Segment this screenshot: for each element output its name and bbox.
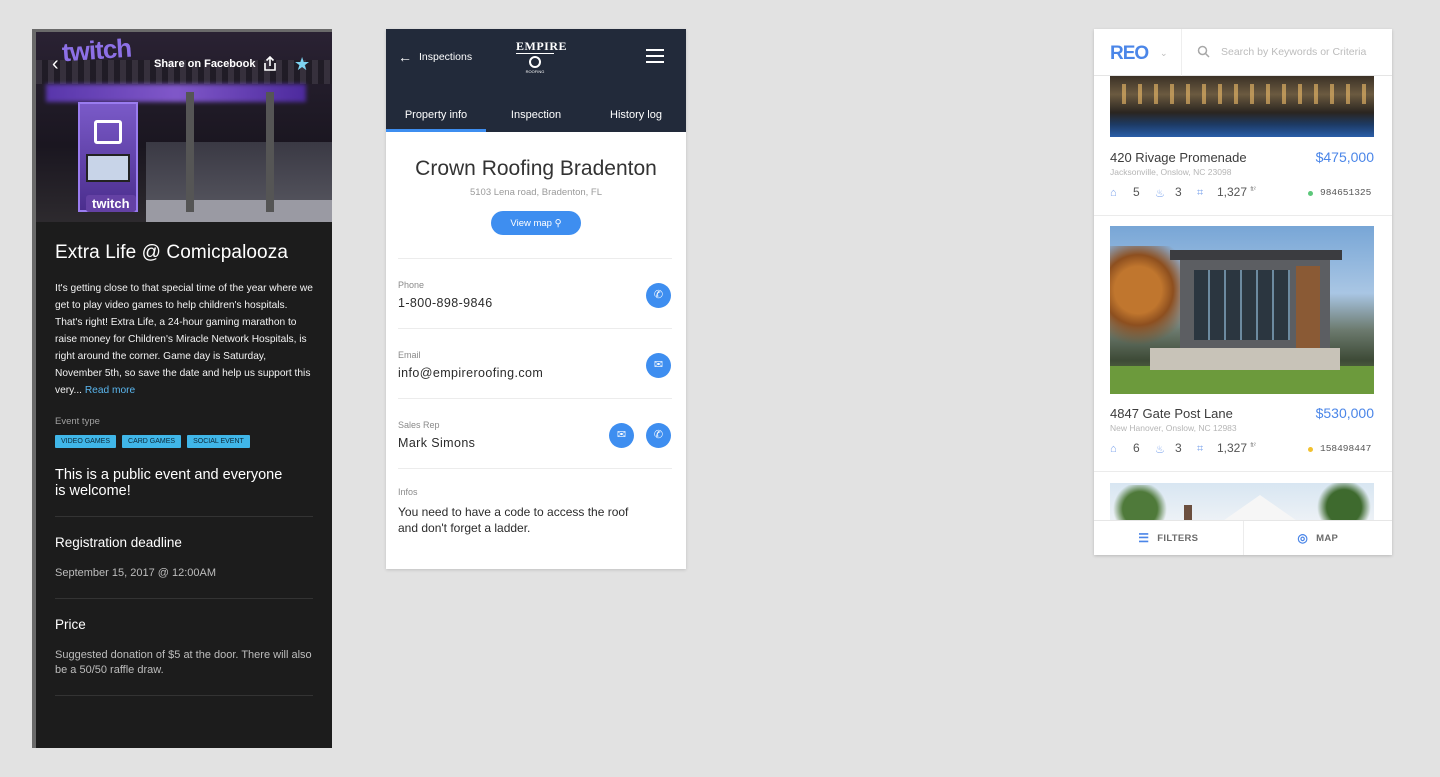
back-icon[interactable]: ‹ — [52, 54, 59, 74]
public-event-note: This is a public event and everyone is w… — [55, 467, 283, 499]
sliders-icon: ☰ — [1138, 531, 1150, 545]
price-value: Suggested donation of $5 at the door. Th… — [55, 649, 312, 676]
area-icon: ⌗ — [1197, 187, 1204, 199]
tab-history-log[interactable]: History log — [586, 98, 686, 132]
listing-price: $530,000 — [1315, 405, 1374, 421]
sqft-value: 1,327 ft² — [1217, 185, 1256, 199]
sales-rep-row: Sales Rep Mark Simons ✉ ✆ — [398, 398, 672, 468]
baths-count: 3 — [1175, 441, 1182, 455]
listing-title: 4847 Gate Post Lane — [1110, 406, 1233, 421]
email-value: info@empireroofing.com — [398, 366, 544, 380]
divider — [55, 695, 313, 696]
area-icon: ⌗ — [1197, 443, 1204, 455]
listing-stats: ⌂ 6 ♨ 3 ⌗ 1,327 ft² 158498447 — [1110, 441, 1376, 457]
listing-location: New Hanover, Onslow, NC 12983 — [1110, 423, 1237, 433]
company-address: 5103 Lena road, Bradenton, FL — [469, 187, 603, 198]
event-top-bar: ‹ Share on Facebook ★ — [36, 52, 332, 76]
event-title: Extra Life @ Comicpalooza — [55, 242, 288, 263]
reo-bottom-bar: ☰ FILTERS ◎ MAP — [1094, 520, 1392, 555]
inspections-back-link[interactable]: Inspections — [419, 51, 472, 63]
empire-roofing-logo: EMPIRE ROOFING — [516, 39, 567, 74]
divider — [55, 598, 313, 599]
sales-rep-label: Sales Rep — [398, 420, 440, 430]
company-name: Crown Roofing Bradenton — [415, 157, 657, 180]
phone-icon: ✆ — [653, 289, 664, 301]
tag-card-games[interactable]: CARD GAMES — [122, 435, 182, 448]
favorite-star-icon[interactable]: ★ — [294, 54, 310, 75]
registration-deadline-value: September 15, 2017 @ 12:00AM — [55, 567, 216, 579]
call-sales-rep-button[interactable]: ✆ — [646, 423, 671, 448]
chevron-down-icon[interactable]: ⌄ — [1160, 48, 1168, 59]
beds-count: 5 — [1133, 185, 1140, 199]
status-dot — [1308, 191, 1313, 196]
filters-button[interactable]: ☰ FILTERS — [1094, 521, 1243, 555]
listing-photo[interactable] — [1110, 76, 1374, 137]
tab-property-info[interactable]: Property info — [386, 98, 486, 132]
event-type-label: Event type — [55, 416, 100, 427]
price-title: Price — [55, 617, 86, 632]
bath-icon: ♨ — [1155, 188, 1165, 200]
bath-icon: ♨ — [1155, 444, 1165, 456]
infos-value: You need to have a code to access the ro… — [398, 505, 629, 535]
view-map-button[interactable]: View map ⚲ — [491, 211, 581, 235]
event-description: It's getting close to that special time … — [55, 283, 313, 396]
event-tags: VIDEO GAMES CARD GAMES SOCIAL EVENT — [55, 435, 313, 448]
phone-value: 1-800-898-9846 — [398, 296, 493, 310]
tag-social-event[interactable]: SOCIAL EVENT — [187, 435, 250, 448]
listing-price: $475,000 — [1315, 149, 1374, 165]
registration-deadline-title: Registration deadline — [55, 535, 182, 550]
reo-listings-screen: REO ⌄ 420 Rivage Promenade $475,000 Jack… — [1094, 29, 1392, 555]
roofing-header: ← Inspections EMPIRE ROOFING Property in… — [386, 29, 686, 132]
email-sales-rep-button[interactable]: ✉ — [609, 423, 634, 448]
read-more-link[interactable]: Read more — [85, 385, 135, 396]
tab-inspection[interactable]: Inspection — [486, 98, 586, 132]
reo-top-bar: REO ⌄ — [1094, 29, 1392, 76]
share-icon[interactable] — [263, 56, 277, 72]
mail-icon: ✉ — [653, 359, 664, 371]
bed-icon: ⌂ — [1110, 443, 1117, 455]
divider — [1094, 215, 1392, 216]
phone-icon: ✆ — [653, 429, 664, 441]
photo-booth-wordmark: twitch — [86, 195, 136, 212]
phone-label: Phone — [398, 280, 425, 290]
baths-count: 3 — [1175, 185, 1182, 199]
back-arrow-icon[interactable]: ← — [398, 49, 412, 65]
call-phone-button[interactable]: ✆ — [646, 283, 671, 308]
phone-row: Phone 1-800-898-9846 ✆ — [398, 258, 672, 328]
listing-photo[interactable] — [1110, 226, 1374, 394]
listing-photo[interactable] — [1110, 483, 1374, 523]
hamburger-menu-icon[interactable] — [646, 49, 664, 67]
event-hero-photo: twitch twitch ‹ Share on Facebook ★ — [36, 32, 332, 222]
share-on-facebook-link[interactable]: Share on Facebook — [154, 58, 255, 70]
infos-section: Infos You need to have a code to access … — [398, 468, 672, 536]
sales-rep-value: Mark Simons — [398, 436, 476, 450]
search-icon — [1197, 45, 1210, 58]
mls-number: 984651325 — [1320, 187, 1372, 198]
listing-stats: ⌂ 5 ♨ 3 ⌗ 1,327 ft² 984651325 — [1110, 185, 1376, 201]
roofing-property-screen: ← Inspections EMPIRE ROOFING Property in… — [386, 29, 686, 569]
event-detail-screen: twitch twitch ‹ Share on Facebook ★ Extr… — [32, 29, 332, 748]
beds-count: 6 — [1133, 441, 1140, 455]
bed-icon: ⌂ — [1110, 187, 1117, 199]
sqft-value: 1,327 ft² — [1217, 441, 1256, 455]
divider — [1094, 471, 1392, 472]
reo-logo[interactable]: REO — [1110, 43, 1149, 65]
email-row: Email info@empireroofing.com ✉ — [398, 328, 672, 398]
map-pin-icon: ◎ — [1297, 531, 1309, 545]
mls-number: 158498447 — [1320, 443, 1372, 454]
divider — [55, 516, 313, 517]
listing-title: 420 Rivage Promenade — [1110, 150, 1247, 165]
search-input[interactable] — [1221, 46, 1381, 58]
mail-icon: ✉ — [616, 429, 627, 441]
listing-location: Jacksonville, Onslow, NC 23098 — [1110, 167, 1232, 177]
map-pin-icon: ⚲ — [554, 217, 562, 229]
send-email-button[interactable]: ✉ — [646, 353, 671, 378]
map-button[interactable]: ◎ MAP — [1242, 521, 1393, 555]
infos-label: Infos — [398, 487, 418, 497]
roofing-tabs: Property info Inspection History log — [386, 98, 686, 132]
tag-video-games[interactable]: VIDEO GAMES — [55, 435, 117, 448]
status-dot — [1308, 447, 1313, 452]
email-label: Email — [398, 350, 421, 360]
